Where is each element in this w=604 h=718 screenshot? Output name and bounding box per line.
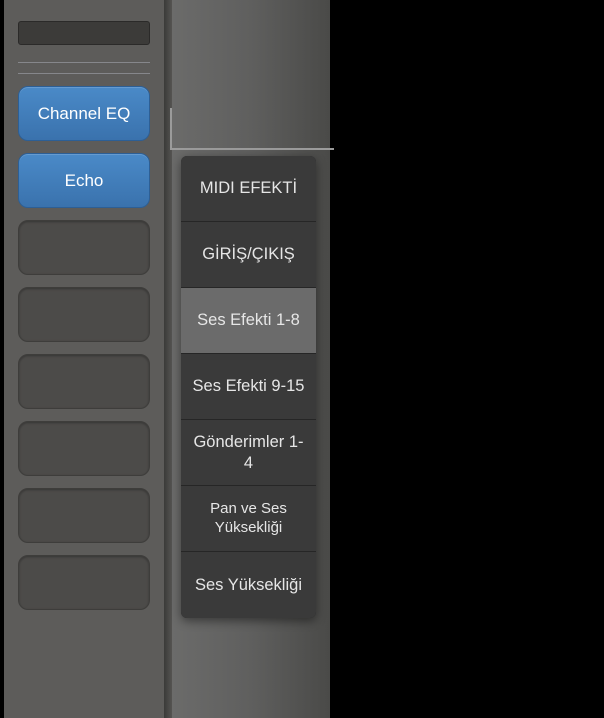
section-header — [18, 10, 150, 50]
menu-item-label: Gönderimler 1-4 — [189, 432, 308, 473]
menu-item-label: Ses Efekti 1-8 — [197, 310, 300, 331]
effect-slot-label: Channel EQ — [38, 104, 131, 124]
slot-type-menu: MIDI EFEKTİ GİRİŞ/ÇIKIŞ Ses Efekti 1-8 S… — [181, 156, 316, 618]
menu-item-audio-effect-9-15[interactable]: Ses Efekti 9-15 — [181, 354, 316, 420]
effect-slot-4[interactable] — [18, 287, 150, 342]
menu-item-midi-effect[interactable]: MIDI EFEKTİ — [181, 156, 316, 222]
section-header-box — [18, 21, 150, 45]
menu-item-pan-volume[interactable]: Pan ve Ses Yüksekliği — [181, 486, 316, 552]
menu-item-audio-effect-1-8[interactable]: Ses Efekti 1-8 — [181, 288, 316, 354]
effect-slot-1[interactable]: Channel EQ — [18, 86, 150, 141]
section-divider-line — [18, 62, 150, 74]
menu-item-label: MIDI EFEKTİ — [200, 178, 297, 199]
effect-slot-7[interactable] — [18, 488, 150, 543]
menu-item-volume[interactable]: Ses Yüksekliği — [181, 552, 316, 618]
menu-item-label: Pan ve Ses Yüksekliği — [189, 500, 308, 538]
menu-item-sends-1-4[interactable]: Gönderimler 1-4 — [181, 420, 316, 486]
channel-strip: Channel EQ Echo — [4, 0, 164, 718]
menu-item-label: Ses Efekti 9-15 — [193, 376, 305, 397]
effect-slot-6[interactable] — [18, 421, 150, 476]
effect-slot-8[interactable] — [18, 555, 150, 610]
effect-slot-3[interactable] — [18, 220, 150, 275]
menu-item-label: GİRİŞ/ÇIKIŞ — [202, 244, 295, 265]
effect-slot-2[interactable]: Echo — [18, 153, 150, 208]
effect-slot-label: Echo — [65, 171, 104, 191]
effect-slot-5[interactable] — [18, 354, 150, 409]
callout-connector-horizontal — [170, 148, 334, 150]
callout-connector-vertical — [170, 108, 172, 148]
menu-item-input-output[interactable]: GİRİŞ/ÇIKIŞ — [181, 222, 316, 288]
menu-item-label: Ses Yüksekliği — [195, 575, 302, 596]
